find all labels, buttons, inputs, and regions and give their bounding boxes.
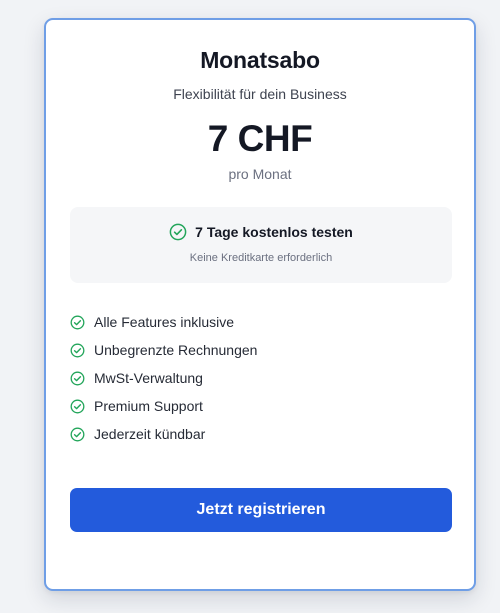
check-circle-icon (169, 223, 187, 241)
feature-item: Alle Features inklusive (70, 308, 257, 336)
feature-item: MwSt-Verwaltung (70, 364, 257, 392)
register-button[interactable]: Jetzt registrieren (70, 488, 452, 532)
plan-title: Monatsabo (200, 47, 320, 73)
check-circle-icon (70, 315, 85, 330)
feature-label: Premium Support (94, 398, 203, 414)
feature-label: Alle Features inklusive (94, 314, 235, 330)
feature-label: Unbegrenzte Rechnungen (94, 342, 258, 358)
check-circle-icon (70, 427, 85, 442)
trial-title: 7 Tage kostenlos testen (195, 224, 353, 240)
feature-item: Premium Support (70, 392, 257, 420)
plan-subtitle: Flexibilität für dein Business (173, 86, 347, 102)
check-circle-icon (70, 399, 85, 414)
feature-label: MwSt-Verwaltung (94, 370, 203, 386)
feature-item: Unbegrenzte Rechnungen (70, 336, 257, 364)
plan-price: 7 CHF (207, 118, 313, 159)
feature-list: Alle Features inklusive Unbegrenzte Rech… (70, 308, 257, 448)
check-circle-icon (70, 371, 85, 386)
check-circle-icon (70, 343, 85, 358)
feature-item: Jederzeit kündbar (70, 420, 257, 448)
trial-note: Keine Kreditkarte erforderlich (189, 252, 333, 264)
pricing-card: Monatsabo Flexibilität für dein Business… (44, 18, 476, 591)
plan-period: pro Monat (228, 166, 292, 182)
feature-label: Jederzeit kündbar (94, 426, 206, 442)
trial-box: 7 Tage kostenlos testen Keine Kreditkart… (70, 207, 452, 283)
trial-header: 7 Tage kostenlos testen (70, 223, 452, 241)
